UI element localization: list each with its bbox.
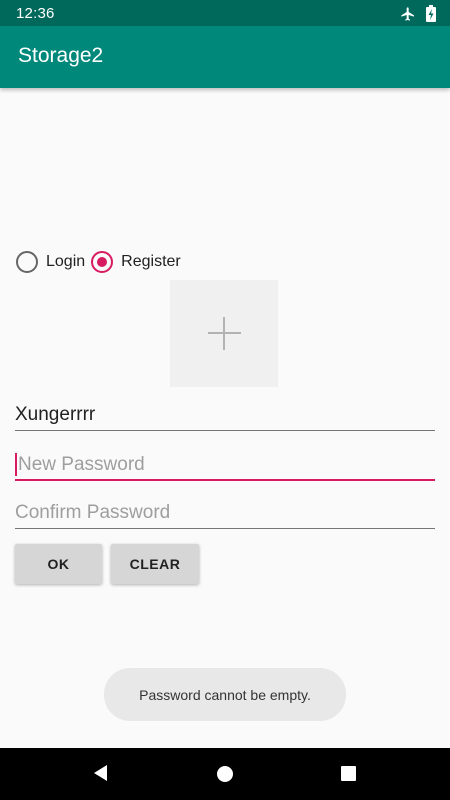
home-icon[interactable] (216, 765, 234, 783)
confirm-password-underline (15, 528, 435, 529)
app-bar: Storage2 (0, 26, 450, 88)
battery-charging-icon (426, 5, 436, 22)
username-field[interactable]: Xungerrrr (15, 397, 435, 431)
username-value[interactable]: Xungerrrr (15, 404, 95, 426)
register-radio-label[interactable]: Register (121, 253, 181, 271)
new-password-underline (15, 479, 435, 481)
confirm-password-placeholder[interactable]: Confirm Password (15, 502, 170, 524)
back-icon[interactable] (91, 763, 109, 783)
avatar-image-picker[interactable] (170, 280, 278, 387)
status-bar: 12:36 (0, 0, 450, 26)
status-icons (400, 5, 436, 22)
navigation-bar (0, 748, 450, 800)
login-radio[interactable]: Login (16, 251, 85, 273)
clear-button[interactable]: CLEAR (111, 544, 199, 584)
register-radio[interactable]: Register (91, 251, 181, 273)
login-radio-circle[interactable] (16, 251, 38, 273)
username-underline (15, 430, 435, 431)
toast-message: Password cannot be empty. (104, 668, 346, 721)
ok-button[interactable]: OK (15, 544, 102, 584)
status-time: 12:36 (16, 5, 55, 22)
new-password-field[interactable]: New Password (15, 447, 435, 481)
app-title: Storage2 (18, 44, 104, 67)
confirm-password-field[interactable]: Confirm Password (15, 495, 435, 529)
recents-icon[interactable] (340, 765, 357, 782)
airplane-icon (401, 6, 414, 21)
new-password-placeholder[interactable]: New Password (18, 454, 145, 476)
text-cursor (15, 453, 17, 476)
register-radio-circle[interactable] (91, 251, 114, 273)
login-radio-label[interactable]: Login (46, 253, 85, 271)
mode-radio-group: Login Register (16, 251, 187, 273)
